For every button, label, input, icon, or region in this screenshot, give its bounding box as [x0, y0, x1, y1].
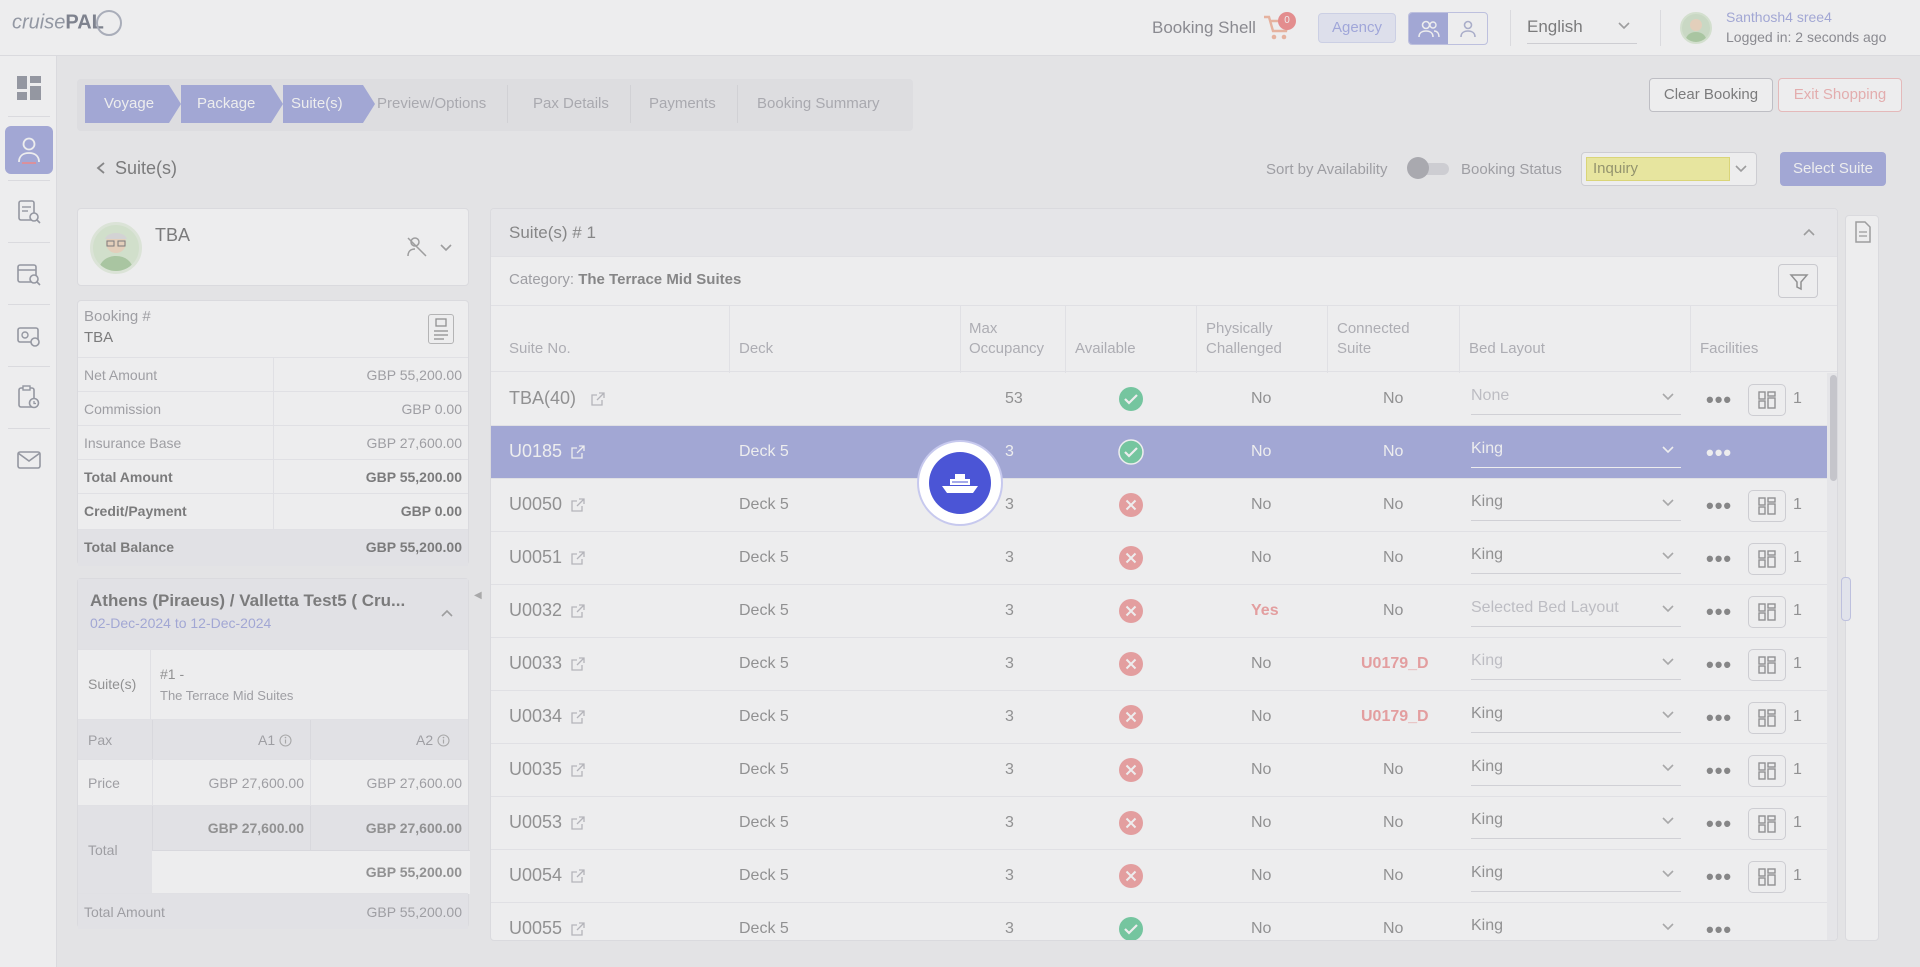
ship-icon — [942, 474, 978, 493]
loading-spinner — [917, 440, 1003, 526]
